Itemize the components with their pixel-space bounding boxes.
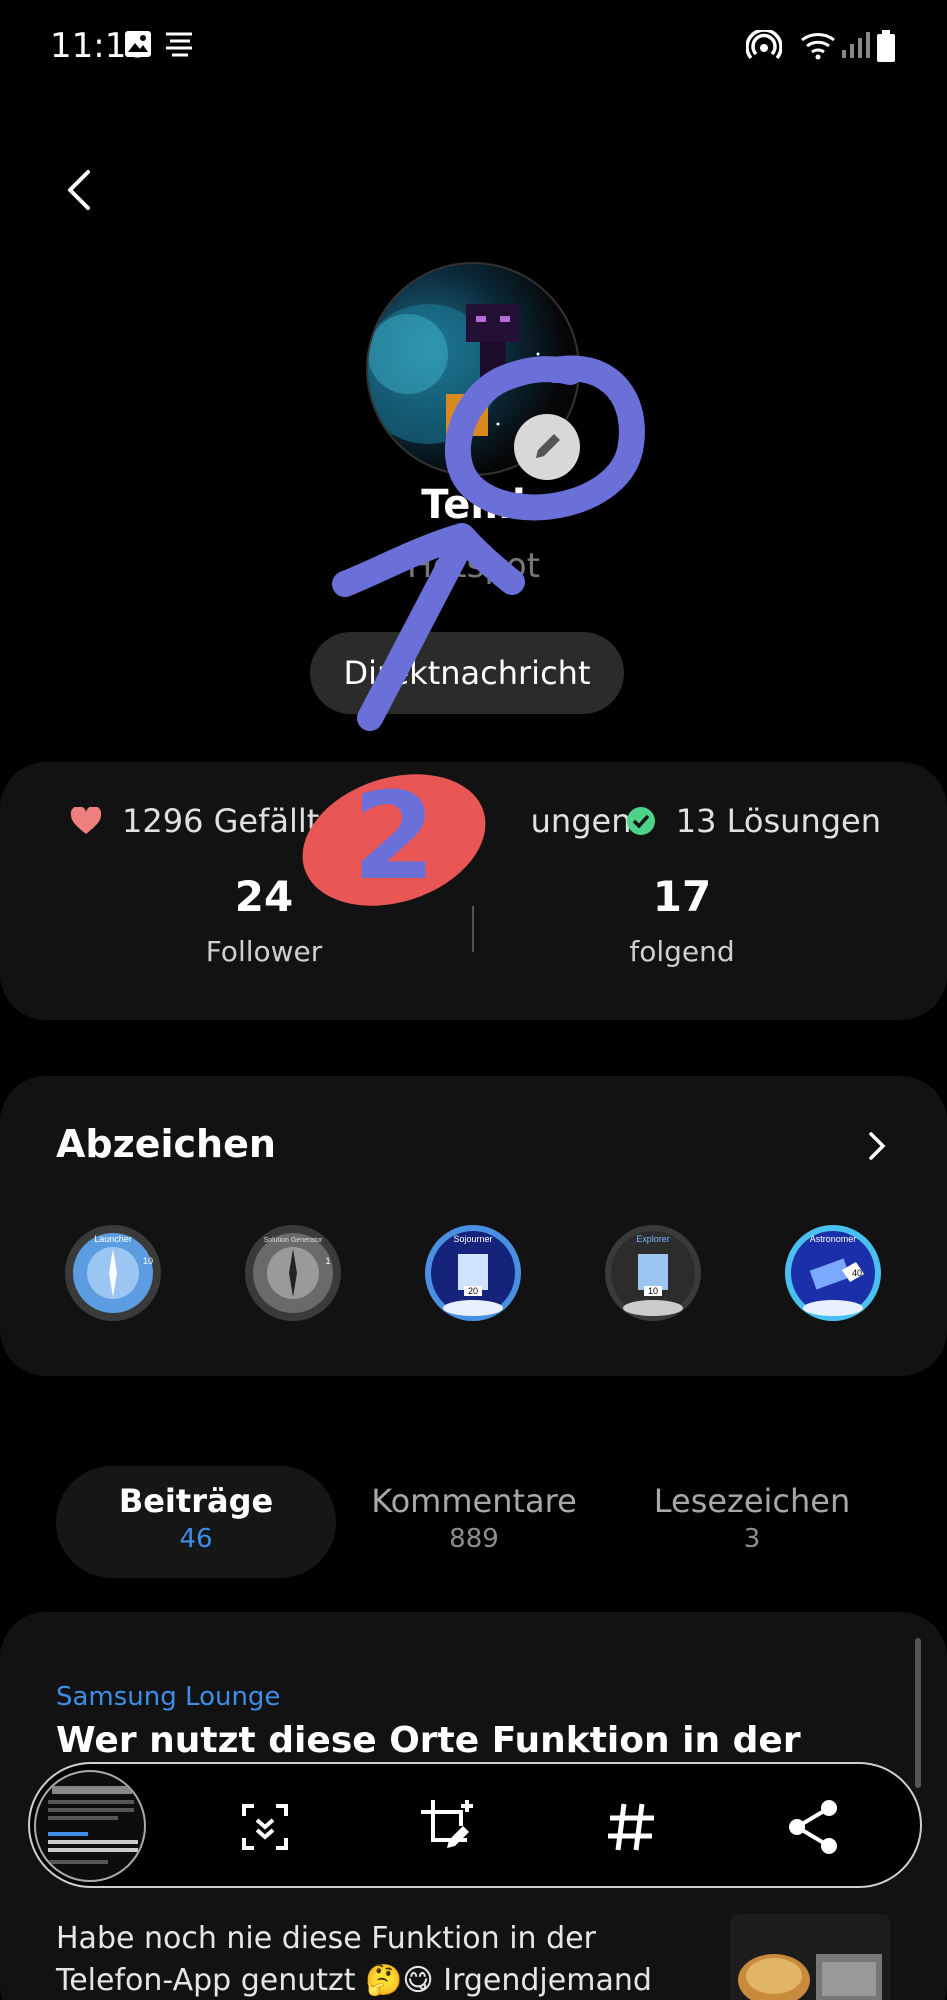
hotspot-icon [746,30,782,60]
tab-posts-count: 46 [179,1524,213,1554]
wifi-icon [801,33,835,60]
likes-label-tail: ungen [530,802,632,840]
tab-posts-label: Beiträge [118,1482,274,1520]
badge-sojourner-label: Sojourner [453,1234,492,1244]
tab-posts[interactable]: Beiträge 46 [56,1466,336,1578]
likes-label: 1296 Gefällt m [122,802,361,840]
badge-launcher-level: 10 [143,1256,153,1266]
badge-explorer-label: Explorer [636,1234,670,1244]
tab-comments-label: Kommentare [371,1482,577,1520]
badges-title: Abzeichen [56,1122,276,1166]
badge-launcher-label: Launcher [94,1234,132,1244]
chevron-right-icon[interactable] [857,1126,897,1166]
screenshot-toolbar [28,1762,922,1888]
badge-solution-generator-label: Solution Generator [264,1237,323,1244]
badge-sojourner[interactable]: Sojourner 20 [424,1224,522,1322]
tab-bookmarks-label: Lesezeichen [653,1482,851,1520]
badge-astronomer-level: 40 [852,1268,862,1278]
gallery-icon [125,31,151,57]
stats-divider [472,906,474,952]
crop-edit-icon[interactable] [413,1792,483,1862]
post-body-line: Habe noch nie diese Funktion in der [56,1921,596,1956]
profile-rank: Hotspot [406,546,541,586]
badge-solution-generator-level: 1 [325,1256,330,1266]
tab-comments-count: 889 [449,1524,499,1554]
badge-explorer[interactable]: Explorer 10 [604,1224,702,1322]
following-label: folgend [629,935,735,968]
followers-stat[interactable]: 24 Follower [134,872,394,968]
post-title[interactable]: Wer nutzt diese Orte Funktion in der [56,1720,801,1761]
hashtag-icon[interactable] [596,1792,666,1862]
following-stat[interactable]: 17 folgend [552,872,812,968]
profile-name: Temi [421,482,526,528]
tab-comments[interactable]: Kommentare 889 [334,1466,614,1578]
scroll-capture-icon[interactable] [230,1792,300,1862]
notification-icon [166,32,192,57]
edit-avatar-button[interactable] [514,414,580,480]
share-icon[interactable] [779,1792,849,1862]
badge-solution-generator[interactable]: Solution Generator 1 [244,1224,342,1322]
followers-label: Follower [205,935,323,968]
post-body-line: Telefon-App genutzt 🤔😋 Irgendjemand [56,1963,652,1998]
back-icon[interactable] [50,160,110,220]
post-category[interactable]: Samsung Lounge [56,1682,280,1712]
badge-astronomer[interactable]: Astronomer 40 [784,1224,882,1322]
screenshot-thumbnail[interactable] [34,1770,146,1882]
check-circle-icon [626,807,655,835]
signal-icon [842,32,870,58]
pencil-icon [536,434,560,458]
heart-icon [70,807,102,834]
post-body: Habe noch nie diese Funktion in der Tele… [56,1918,696,2000]
stats-card: 1296 Gefällt m ungen 13 Lösungen 24 Follo… [0,762,947,1020]
badge-explorer-level: 10 [648,1286,658,1296]
followers-count: 24 [234,872,294,921]
status-bar: 11:18 [0,0,947,96]
direct-message-button[interactable]: Direktnachricht [310,632,624,714]
badge-launcher[interactable]: Launcher 10 [64,1224,162,1322]
badges-card[interactable]: Abzeichen Launcher 10 Solution Generator… [0,1076,947,1376]
solutions-label: 13 Lösungen [675,802,881,840]
battery-icon [877,30,895,62]
solutions-stat: 13 Lösungen [626,802,881,840]
content-tabs: Beiträge 46 Kommentare 889 Lesezeichen 3 [56,1466,894,1578]
badge-astronomer-label: Astronomer [810,1234,857,1244]
following-count: 17 [652,872,712,921]
scrollbar[interactable] [915,1638,921,1788]
badge-sojourner-level: 20 [468,1286,478,1296]
likes-stat: 1296 Gefällt m ungen [70,802,631,840]
tab-bookmarks[interactable]: Lesezeichen 3 [612,1466,892,1578]
tab-bookmarks-count: 3 [743,1524,761,1554]
post-thumbnail [730,1914,890,2000]
